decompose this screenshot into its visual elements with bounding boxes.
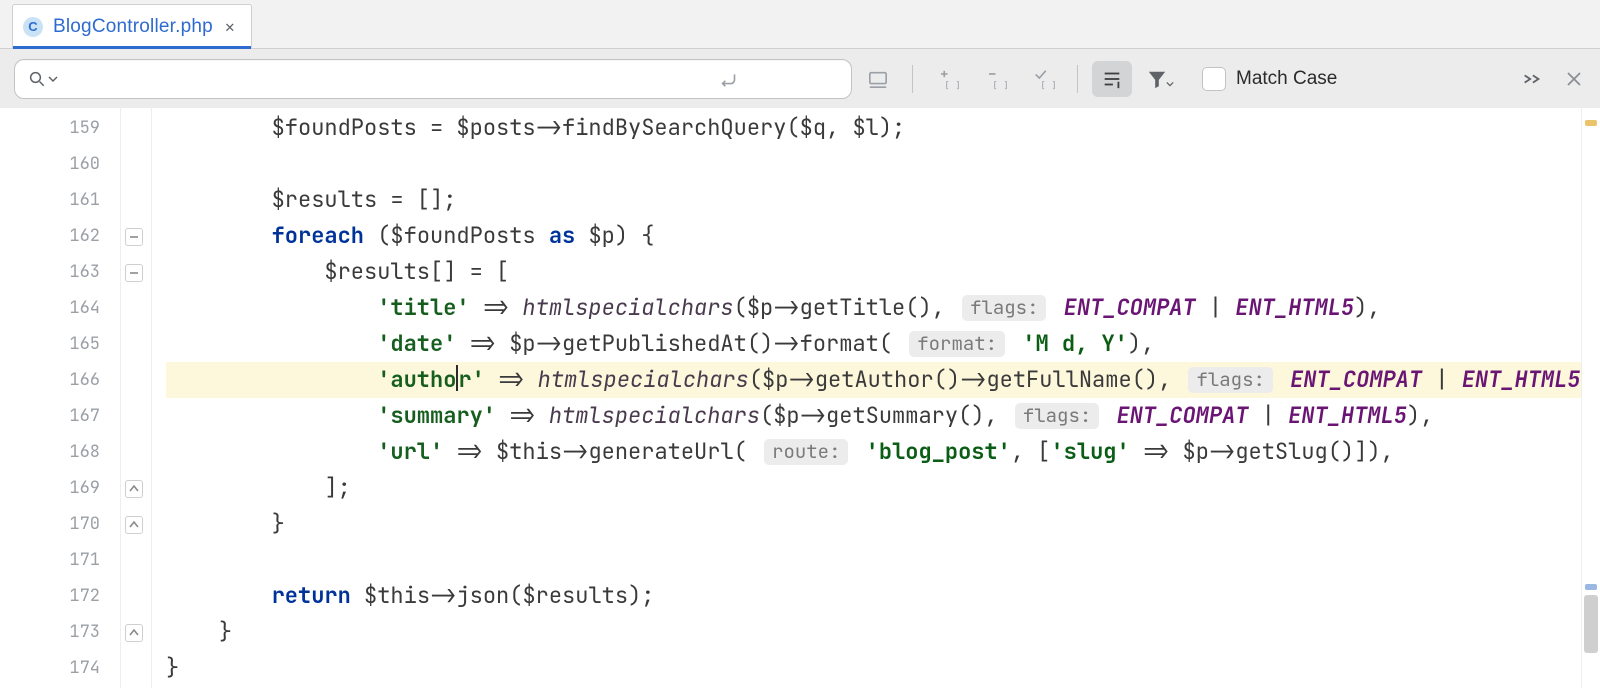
code-line[interactable]: $results[] = [ [166, 254, 1600, 290]
line-number: 161 [0, 182, 100, 218]
find-replace-bar: [ ] [ ] [ ] Match Case [0, 49, 1600, 110]
close-find-bar-icon[interactable] [1562, 67, 1586, 91]
fold-end-icon[interactable] [125, 516, 143, 534]
code-line[interactable]: 'summary' => htmlspecialchars($p->getSum… [166, 398, 1600, 434]
line-number-gutter: 1591601611621631641651661671681691701711… [0, 108, 121, 688]
tab-file-name: BlogController.php [53, 16, 213, 38]
tab-strip: C BlogController.php ✕ [0, 0, 1600, 49]
line-number: 166 [0, 362, 100, 398]
code-line[interactable]: } [166, 506, 1600, 542]
fold-collapse-icon[interactable] [125, 264, 143, 282]
file-type-icon: C [23, 17, 43, 37]
line-number: 160 [0, 146, 100, 182]
code-line[interactable] [166, 542, 1600, 578]
line-number: 170 [0, 506, 100, 542]
code-line[interactable]: $foundPosts = $posts->findBySearchQuery(… [166, 110, 1600, 146]
editor-marker-strip[interactable] [1581, 108, 1600, 688]
line-number: 167 [0, 398, 100, 434]
parameter-hint: flags: [962, 295, 1046, 321]
code-line[interactable]: foreach ($foundPosts as $p) { [166, 218, 1600, 254]
code-line[interactable]: 'date' => $p->getPublishedAt()->format( … [166, 326, 1600, 362]
code-area[interactable]: $foundPosts = $posts->findBySearchQuery(… [152, 108, 1600, 688]
svg-text:[ ]: [ ] [944, 80, 959, 90]
svg-text:[ ]: [ ] [1040, 80, 1055, 90]
select-all-occurrences-button[interactable] [858, 61, 898, 97]
svg-text:[ ]: [ ] [992, 80, 1007, 90]
line-number: 159 [0, 110, 100, 146]
fold-end-icon[interactable] [125, 480, 143, 498]
fold-collapse-icon[interactable] [125, 228, 143, 246]
line-number: 173 [0, 614, 100, 650]
more-options-button[interactable] [1512, 61, 1552, 97]
code-editor[interactable]: 1591601611621631641651661671681691701711… [0, 108, 1600, 688]
toolbar-separator [1077, 65, 1078, 93]
code-line[interactable]: } [166, 650, 1600, 686]
line-number: 169 [0, 470, 100, 506]
filter-button[interactable] [1140, 61, 1180, 97]
line-number: 174 [0, 650, 100, 686]
line-number: 162 [0, 218, 100, 254]
vertical-scrollbar-thumb[interactable] [1584, 595, 1598, 653]
code-line[interactable]: return $this->json($results); [166, 578, 1600, 614]
parameter-hint: format: [909, 331, 1005, 357]
match-case-option[interactable]: Match Case [1202, 67, 1337, 91]
code-line[interactable] [166, 146, 1600, 182]
search-box [14, 59, 754, 99]
code-line[interactable]: 'url' => $this->generateUrl( route: 'blo… [166, 434, 1600, 470]
parameter-hint: flags: [1188, 367, 1272, 393]
info-marker[interactable] [1585, 584, 1597, 590]
code-line[interactable]: 'title' => htmlspecialchars($p->getTitle… [166, 290, 1600, 326]
toolbar-separator [912, 65, 913, 93]
line-number: 164 [0, 290, 100, 326]
line-number: 171 [0, 542, 100, 578]
code-fold-gutter [121, 108, 152, 688]
fold-end-icon[interactable] [125, 624, 143, 642]
add-selection-next-button[interactable]: [ ] [927, 61, 967, 97]
code-line[interactable]: ]; [166, 470, 1600, 506]
select-all-occurrences-checkmark-button[interactable]: [ ] [1023, 61, 1063, 97]
code-line[interactable]: } [166, 614, 1600, 650]
remove-selection-button[interactable]: [ ] [975, 61, 1015, 97]
parameter-hint: flags: [1015, 403, 1099, 429]
line-number: 168 [0, 434, 100, 470]
match-case-label: Match Case [1236, 68, 1337, 90]
code-line[interactable]: 'author' => htmlspecialchars($p->getAuth… [166, 362, 1600, 398]
tab-close-icon[interactable]: ✕ [223, 17, 237, 37]
match-case-checkbox[interactable] [1202, 67, 1226, 91]
parameter-hint: route: [764, 439, 848, 465]
editor-tab-active[interactable]: C BlogController.php ✕ [12, 4, 252, 48]
code-line[interactable]: $results = []; [166, 182, 1600, 218]
warning-marker[interactable] [1585, 120, 1597, 126]
toggle-find-in-selection-button[interactable] [1092, 61, 1132, 97]
line-number: 172 [0, 578, 100, 614]
newline-toggle-icon[interactable] [718, 69, 740, 89]
search-icon[interactable] [28, 70, 58, 88]
line-number: 163 [0, 254, 100, 290]
line-number: 165 [0, 326, 100, 362]
